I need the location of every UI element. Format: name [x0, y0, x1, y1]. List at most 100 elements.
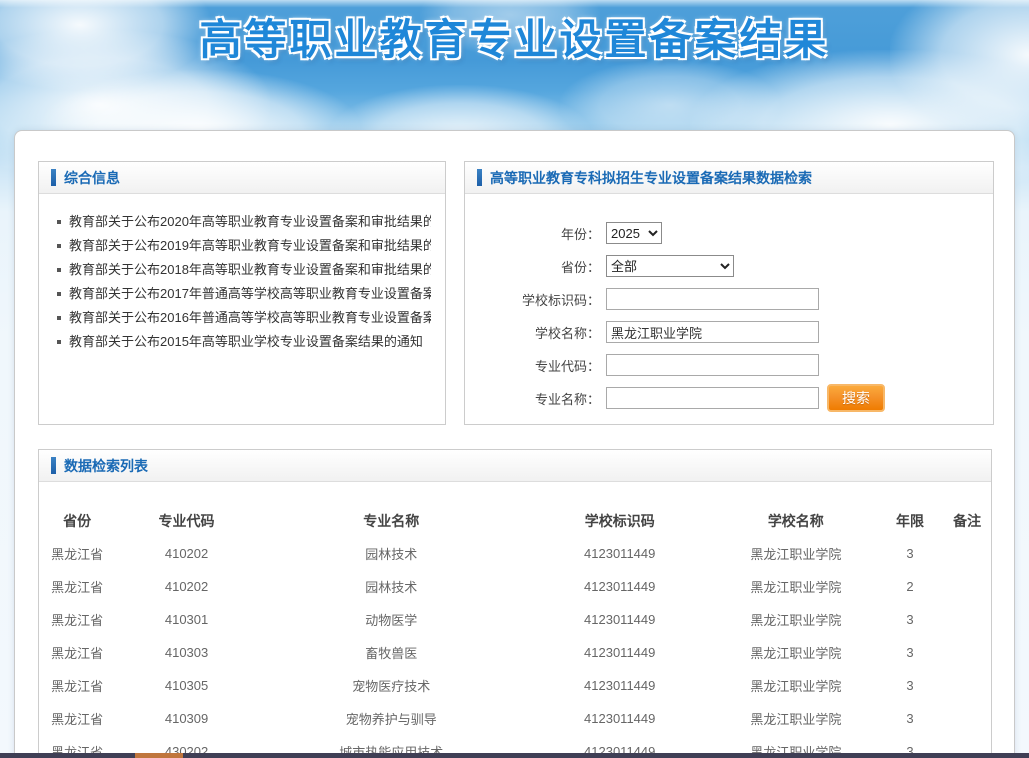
table-cell: 黑龙江省	[39, 702, 115, 735]
taskbar-edge[interactable]	[0, 753, 1029, 758]
table-cell: 黑龙江省	[39, 669, 115, 702]
table-cell: 4123011449	[525, 603, 715, 636]
table-cell: 410309	[115, 702, 258, 735]
table-cell	[943, 537, 991, 570]
info-panel: 综合信息 教育部关于公布2020年高等职业教育专业设置备案和审批结果的通知教育部…	[38, 161, 446, 425]
province-select[interactable]: 全部	[606, 255, 734, 277]
table-cell: 黑龙江省	[39, 636, 115, 669]
table-cell: 410301	[115, 603, 258, 636]
info-link[interactable]: 教育部关于公布2016年普通高等学校高等职业教育专业设置备案和审...	[53, 306, 431, 330]
table-cell: 410202	[115, 537, 258, 570]
table-cell: 410202	[115, 570, 258, 603]
content-container: 综合信息 教育部关于公布2020年高等职业教育专业设置备案和审批结果的通知教育部…	[14, 130, 1015, 758]
school-code-input[interactable]	[606, 288, 819, 310]
major-name-input[interactable]	[606, 387, 819, 409]
table-cell: 3	[877, 702, 944, 735]
table-row: 黑龙江省410301动物医学4123011449黑龙江职业学院3	[39, 603, 991, 636]
results-panel-header: 数据检索列表	[39, 450, 991, 482]
results-panel: 数据检索列表 省份专业代码专业名称学校标识码学校名称年限备注 黑龙江省41020…	[38, 449, 992, 758]
table-cell	[943, 669, 991, 702]
table-row: 黑龙江省410305宠物医疗技术4123011449黑龙江职业学院3	[39, 669, 991, 702]
column-header: 备注	[943, 504, 991, 537]
info-panel-header: 综合信息	[39, 162, 445, 194]
table-cell	[943, 702, 991, 735]
bullet-icon	[57, 316, 61, 320]
taskbar-edge-highlight[interactable]	[135, 753, 183, 758]
table-cell: 410303	[115, 636, 258, 669]
school-name-label: 学校名称：	[465, 323, 600, 342]
results-table-header-row: 省份专业代码专业名称学校标识码学校名称年限备注	[39, 504, 991, 537]
table-cell: 3	[877, 669, 944, 702]
search-panel-title: 高等职业教育专科拟招生专业设置备案结果数据检索	[490, 168, 812, 188]
accent-bar-icon	[477, 169, 482, 186]
info-link[interactable]: 教育部关于公布2019年高等职业教育专业设置备案和审批结果的通知	[53, 234, 431, 258]
info-link-text: 教育部关于公布2016年普通高等学校高等职业教育专业设置备案和审...	[69, 306, 431, 330]
table-cell: 黑龙江职业学院	[715, 570, 877, 603]
table-cell: 动物医学	[258, 603, 525, 636]
table-cell: 黑龙江职业学院	[715, 537, 877, 570]
table-cell: 3	[877, 537, 944, 570]
table-cell: 410305	[115, 669, 258, 702]
table-cell: 黑龙江省	[39, 570, 115, 603]
table-cell: 园林技术	[258, 570, 525, 603]
table-row: 黑龙江省410309宠物养护与驯导4123011449黑龙江职业学院3	[39, 702, 991, 735]
table-cell: 4123011449	[525, 669, 715, 702]
table-cell: 黑龙江职业学院	[715, 603, 877, 636]
info-link-text: 教育部关于公布2019年高等职业教育专业设置备案和审批结果的通知	[69, 234, 431, 258]
info-link-text: 教育部关于公布2015年高等职业学校专业设置备案结果的通知	[69, 330, 423, 354]
table-cell: 宠物养护与驯导	[258, 702, 525, 735]
table-cell: 4123011449	[525, 570, 715, 603]
table-cell: 黑龙江职业学院	[715, 636, 877, 669]
results-table-body: 黑龙江省410202园林技术4123011449黑龙江职业学院3黑龙江省4102…	[39, 537, 991, 758]
info-link-text: 教育部关于公布2018年高等职业教育专业设置备案和审批结果的通知	[69, 258, 431, 282]
school-code-label: 学校标识码：	[465, 290, 600, 309]
year-label: 年份：	[465, 224, 600, 243]
major-name-label: 专业名称：	[465, 389, 600, 408]
column-header: 年限	[877, 504, 944, 537]
info-link-text: 教育部关于公布2020年高等职业教育专业设置备案和审批结果的通知	[69, 210, 431, 234]
info-link-text: 教育部关于公布2017年普通高等学校高等职业教育专业设置备案和审...	[69, 282, 431, 306]
info-link[interactable]: 教育部关于公布2018年高等职业教育专业设置备案和审批结果的通知	[53, 258, 431, 282]
table-cell: 宠物医疗技术	[258, 669, 525, 702]
major-code-input[interactable]	[606, 354, 819, 376]
column-header: 专业代码	[115, 504, 258, 537]
major-code-label: 专业代码：	[465, 356, 600, 375]
table-cell	[943, 603, 991, 636]
column-header: 省份	[39, 504, 115, 537]
column-header: 专业名称	[258, 504, 525, 537]
search-panel-header: 高等职业教育专科拟招生专业设置备案结果数据检索	[465, 162, 993, 194]
table-cell: 3	[877, 603, 944, 636]
table-cell: 黑龙江省	[39, 537, 115, 570]
info-panel-title: 综合信息	[64, 168, 120, 188]
info-link[interactable]: 教育部关于公布2015年高等职业学校专业设置备案结果的通知	[53, 330, 431, 354]
table-cell: 2	[877, 570, 944, 603]
info-list: 教育部关于公布2020年高等职业教育专业设置备案和审批结果的通知教育部关于公布2…	[39, 194, 445, 354]
results-panel-title: 数据检索列表	[64, 456, 148, 476]
bullet-icon	[57, 220, 61, 224]
bullet-icon	[57, 340, 61, 344]
column-header: 学校标识码	[525, 504, 715, 537]
table-cell: 畜牧兽医	[258, 636, 525, 669]
search-button[interactable]: 搜索	[827, 384, 885, 412]
table-cell: 4123011449	[525, 636, 715, 669]
table-cell: 4123011449	[525, 537, 715, 570]
table-cell: 3	[877, 636, 944, 669]
info-link[interactable]: 教育部关于公布2020年高等职业教育专业设置备案和审批结果的通知	[53, 210, 431, 234]
column-header: 学校名称	[715, 504, 877, 537]
bullet-icon	[57, 268, 61, 272]
province-label: 省份：	[465, 257, 600, 276]
table-row: 黑龙江省410202园林技术4123011449黑龙江职业学院3	[39, 537, 991, 570]
school-name-input[interactable]	[606, 321, 819, 343]
table-cell: 黑龙江职业学院	[715, 702, 877, 735]
table-cell: 4123011449	[525, 702, 715, 735]
table-cell: 黑龙江职业学院	[715, 669, 877, 702]
table-cell	[943, 636, 991, 669]
table-cell: 黑龙江省	[39, 603, 115, 636]
page-title: 高等职业教育专业设置备案结果	[0, 6, 1029, 67]
bullet-icon	[57, 292, 61, 296]
table-row: 黑龙江省410303畜牧兽医4123011449黑龙江职业学院3	[39, 636, 991, 669]
info-link[interactable]: 教育部关于公布2017年普通高等学校高等职业教育专业设置备案和审...	[53, 282, 431, 306]
year-select[interactable]: 2025	[606, 222, 662, 244]
results-table: 省份专业代码专业名称学校标识码学校名称年限备注 黑龙江省410202园林技术41…	[39, 504, 991, 758]
accent-bar-icon	[51, 169, 56, 186]
